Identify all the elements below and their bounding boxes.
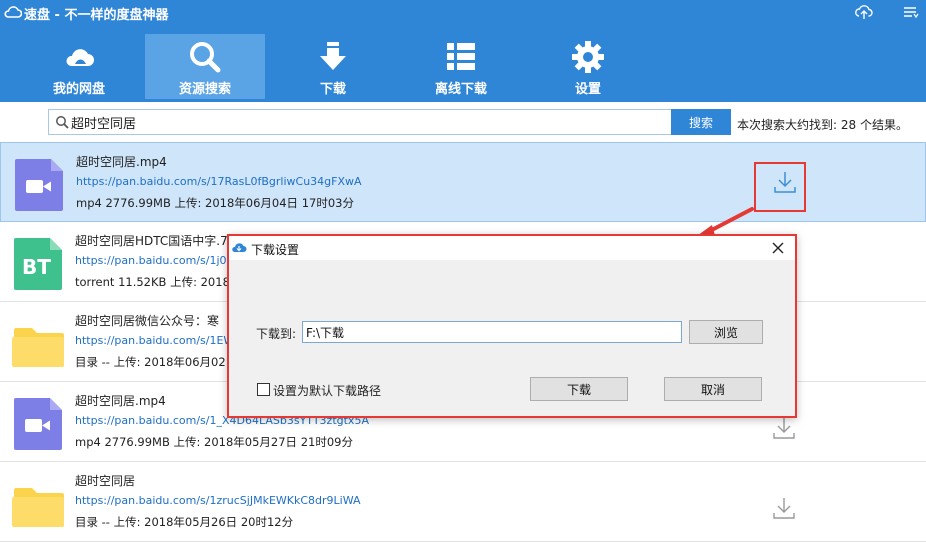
video-file-icon <box>15 159 63 211</box>
dialog-title-bar: 下载设置 <box>229 236 795 260</box>
nav-resource-search[interactable]: 资源搜索 <box>145 34 265 99</box>
list-item[interactable]: 超时空同居 https://pan.baidu.com/s/1zrucSjJMk… <box>0 462 926 542</box>
nav-label: 我的网盘 <box>52 82 105 97</box>
result-count-text: 本次搜索大约找到: 28 个结果。 <box>737 118 908 132</box>
file-link[interactable]: https://pan.baidu.com/s/17RasL0fBgrliwCu… <box>76 175 362 188</box>
dialog-title: 下载设置 <box>251 243 300 257</box>
path-label: 下载到: <box>256 327 297 341</box>
file-meta: 目录 -- 上传: 2018年06月02 <box>75 355 226 369</box>
menu-icon[interactable] <box>900 3 920 21</box>
file-name: 超时空同居.mp4 <box>76 155 167 169</box>
nav-label: 设置 <box>574 82 601 97</box>
file-meta: mp4 2776.99MB 上传: 2018年05月27日 21时09分 <box>75 435 353 449</box>
file-name: 超时空同居.mp4 <box>75 394 166 408</box>
download-button[interactable]: 下载 <box>530 377 628 401</box>
file-meta: mp4 2776.99MB 上传: 2018年06月04日 17时03分 <box>76 196 354 210</box>
file-name: 超时空同居HDTC国语中字.72 <box>75 234 236 248</box>
window-title: 速盘 - 不一样的度盘神器 <box>24 8 169 23</box>
download-settings-dialog: 下载设置 下载到: 浏览 设置为默认下载路径 下载 取消 <box>227 234 797 418</box>
cloud-download-icon <box>232 243 247 252</box>
file-meta: torrent 11.52KB 上传: 2018年0 <box>75 275 249 289</box>
search-icon <box>190 42 221 73</box>
video-file-icon <box>14 398 62 450</box>
nav-my-disk[interactable]: 我的网盘 <box>19 34 139 99</box>
download-arrow-icon <box>320 42 346 70</box>
file-link[interactable]: https://pan.baidu.com/s/1zrucSjJMkEWKkC8… <box>75 494 361 507</box>
file-link[interactable]: https://pan.baidu.com/s/1j0C3 <box>75 254 241 267</box>
nav-download[interactable]: 下载 <box>273 34 393 99</box>
download-icon[interactable] <box>771 495 797 521</box>
file-meta: 目录 -- 上传: 2018年05月26日 20时12分 <box>75 515 294 529</box>
nav-label: 下载 <box>319 82 346 97</box>
nav-offline-download[interactable]: 离线下载 <box>401 34 521 99</box>
nav-label: 离线下载 <box>434 82 487 97</box>
nav-label: 资源搜索 <box>178 82 231 97</box>
folder-icon <box>12 488 64 527</box>
cancel-button[interactable]: 取消 <box>664 377 762 401</box>
browse-button[interactable]: 浏览 <box>689 320 763 344</box>
default-path-checkbox[interactable] <box>257 383 270 396</box>
search-row: 搜索 本次搜索大约找到: 28 个结果。 <box>0 102 926 142</box>
cloud-logo-icon <box>4 6 22 18</box>
nav-settings[interactable]: 设置 <box>528 34 648 99</box>
search-small-icon <box>56 116 69 129</box>
bt-label: BT <box>22 255 51 279</box>
download-path-input[interactable] <box>302 321 682 343</box>
annotation-highlight-box <box>754 162 806 212</box>
top-bar: 速盘 - 不一样的度盘神器 我的网盘 资源搜索 下载 离线下载 设置 <box>0 0 926 102</box>
file-name: 超时空同居微信公众号：寒 <box>75 314 220 328</box>
gear-icon <box>572 41 604 73</box>
cloud-icon <box>66 49 94 66</box>
list-icon <box>447 43 475 70</box>
download-icon[interactable] <box>771 415 797 441</box>
file-link[interactable]: https://pan.baidu.com/s/1EWG <box>75 334 243 347</box>
upload-cloud-icon[interactable] <box>854 3 874 21</box>
default-path-label[interactable]: 设置为默认下载路径 <box>273 382 381 399</box>
file-name: 超时空同居 <box>75 474 136 488</box>
title-bar: 速盘 - 不一样的度盘神器 <box>0 0 926 24</box>
folder-icon <box>12 328 64 367</box>
search-input[interactable] <box>71 112 669 132</box>
search-box[interactable] <box>48 109 672 135</box>
search-button[interactable]: 搜索 <box>671 109 731 135</box>
close-icon[interactable] <box>769 239 787 257</box>
